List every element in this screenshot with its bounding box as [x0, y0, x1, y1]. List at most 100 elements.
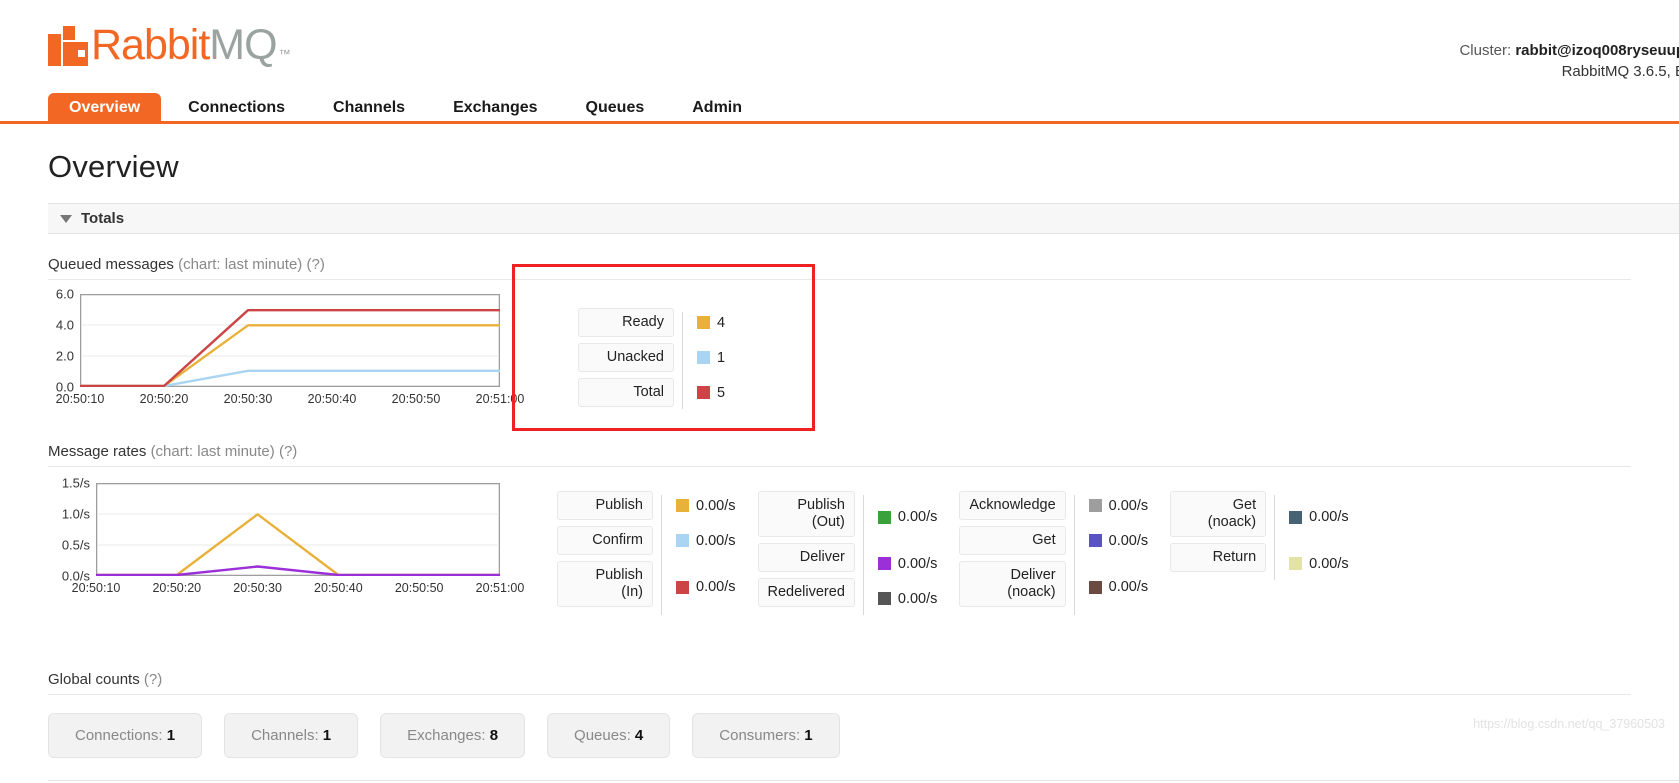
- x-axis-tick: 20:50:20: [152, 581, 202, 595]
- legend-value-publish-out: 0.00/s: [877, 491, 938, 543]
- message-rates-title: Message rates: [48, 443, 147, 460]
- queued-messages-help-icon[interactable]: (?): [306, 256, 324, 273]
- legend-value-deliver: 0.00/s: [877, 549, 937, 578]
- cluster-line: Cluster: rabbit@izoq008ryseuup: [1459, 40, 1679, 61]
- message-rates-help-icon[interactable]: (?): [279, 443, 297, 460]
- global-count-channels[interactable]: Channels: 1: [224, 713, 359, 758]
- x-axis-tick: 20:51:00: [475, 392, 525, 406]
- legend-label-acknowledge[interactable]: Acknowledge: [959, 491, 1066, 520]
- legend-color-swatch: [1088, 534, 1102, 547]
- legend-value-get-noack: 0.00/s: [1289, 491, 1349, 543]
- legend-color-swatch: [877, 510, 891, 524]
- x-axis-tick: 20:50:10: [71, 581, 121, 595]
- legend-label-return[interactable]: Return: [1170, 543, 1267, 572]
- global-count-value: 1: [166, 727, 176, 744]
- global-count-label: Consumers:: [719, 727, 805, 744]
- legend-divider: [682, 312, 683, 409]
- message-rates-chart-wrap: 0.0/s 0.5/s 1.0/s 1.5/s 20:50:10 20:50:20 20:5…: [62, 476, 541, 596]
- chart-rates-svg: [96, 483, 500, 576]
- global-count-label: Exchanges:: [407, 727, 490, 744]
- legend-label-confirm[interactable]: Confirm: [557, 526, 653, 555]
- legend-color-swatch: [1088, 499, 1102, 512]
- legend-label-redelivered[interactable]: Redelivered: [757, 578, 855, 607]
- legend-value-total: 5: [697, 378, 725, 407]
- legend-value-get: 0.00/s: [1088, 526, 1149, 555]
- nav-tab-exchanges[interactable]: Exchanges: [432, 93, 558, 124]
- x-axis-tick: 20:50:40: [314, 581, 363, 595]
- rabbitmq-logo[interactable]: Rabbit MQ ™: [48, 14, 1679, 69]
- global-count-connections[interactable]: Connections: 1: [48, 713, 203, 758]
- legend-value-acknowledge: 0.00/s: [1088, 491, 1149, 520]
- message-rates-label: Message rates (chart: last minute) (?): [48, 443, 1631, 467]
- legend-value-unacked: 1: [697, 343, 725, 372]
- global-count-label: Connections:: [75, 727, 167, 744]
- queued-legend-values: 4 1 5: [697, 308, 725, 413]
- nav-tab-overview[interactable]: Overview: [48, 93, 162, 124]
- x-axis-tick: 20:50:30: [233, 581, 282, 595]
- legend-label-total[interactable]: Total: [578, 378, 674, 407]
- x-axis-tick: 20:50:10: [55, 392, 105, 406]
- legend-label-publish-in[interactable]: Publish (In): [557, 561, 653, 607]
- y-axis-tick: 0.5/s: [61, 537, 90, 553]
- legend-color-swatch: [676, 534, 689, 547]
- x-axis-tick: 20:50:40: [307, 392, 357, 406]
- legend-value-text: 0.00/s: [696, 497, 736, 514]
- global-count-queues[interactable]: Queues: 4: [547, 713, 671, 758]
- legend-label-unacked[interactable]: Unacked: [578, 343, 674, 372]
- global-count-exchanges[interactable]: Exchanges: 8: [380, 713, 526, 758]
- queued-messages-label: Queued messages (chart: last minute) (?): [48, 256, 1631, 280]
- rates-legend-labels: Get (noack) Return: [1170, 491, 1267, 578]
- legend-label-get[interactable]: Get: [959, 526, 1066, 555]
- nav-tab-channels[interactable]: Channels: [312, 93, 426, 124]
- rates-legend-labels: Acknowledge Get Deliver (noack): [959, 491, 1066, 613]
- legend-label-publish-out[interactable]: Publish (Out): [757, 491, 855, 537]
- x-axis-tick: 20:50:50: [394, 581, 444, 595]
- nav-tab-admin[interactable]: Admin: [671, 93, 763, 124]
- page-title: Overview: [48, 149, 179, 184]
- global-count-label: Queues:: [574, 727, 635, 744]
- legend-color-swatch: [697, 316, 710, 329]
- message-rates-chart: 0.0/s 0.5/s 1.0/s 1.5/s 20:50:10 20:50:20 20:5…: [62, 476, 525, 596]
- y-axis-tick: 1.5/s: [61, 475, 90, 491]
- legend-label-deliver-noack[interactable]: Deliver (noack): [959, 561, 1066, 607]
- legend-label-get-noack[interactable]: Get (noack): [1170, 491, 1267, 537]
- logo-text-rabbit: Rabbit: [91, 21, 210, 69]
- rates-legend-column-4: Get (noack) Return 0.00/s 0.00/s: [1170, 491, 1349, 584]
- legend-value-text: 0.00/s: [897, 590, 938, 607]
- watermark: https://blog.csdn.net/qq_37960503: [1473, 717, 1665, 731]
- legend-color-swatch: [1289, 557, 1303, 570]
- nav-tab-queues[interactable]: Queues: [565, 93, 666, 124]
- legend-label-deliver[interactable]: Deliver: [757, 543, 855, 572]
- legend-value-text: 0.00/s: [897, 509, 938, 525]
- rates-legend-column-3: Acknowledge Get Deliver (noack) 0.00/s 0.00/…: [959, 491, 1148, 619]
- legend-color-swatch: [1289, 510, 1303, 524]
- cluster-info: Cluster: rabbit@izoq008ryseuup RabbitMQ …: [1459, 40, 1679, 82]
- queued-messages-title: Queued messages: [48, 256, 174, 273]
- legend-value-text: 0.00/s: [1108, 497, 1149, 514]
- global-count-value: 1: [804, 727, 813, 744]
- legend-divider: [1274, 495, 1276, 580]
- legend-value-deliver-noack: 0.00/s: [1088, 561, 1148, 613]
- global-counts-help-icon[interactable]: (?): [144, 671, 162, 688]
- legend-color-swatch: [676, 580, 689, 594]
- queued-messages-subtitle: (chart: last minute): [178, 256, 303, 273]
- logo-text-mq: MQ: [209, 21, 277, 69]
- legend-value-confirm: 0.00/s: [676, 526, 736, 555]
- queued-messages-chart: 0.0 2.0 4.0 6.0 20:50:10 20:50:20 20:50:30 20:5…: [56, 287, 525, 407]
- legend-label-ready[interactable]: Ready: [578, 308, 674, 337]
- legend-value-text: 0.00/s: [1309, 509, 1349, 525]
- x-axis-tick: 20:50:30: [223, 392, 273, 406]
- totals-section-header[interactable]: Totals: [48, 203, 1679, 234]
- nav-items: Overview Connections Channels Exchanges Queu…: [48, 90, 1679, 124]
- queued-messages-chart-wrap: 0.0 2.0 4.0 6.0 20:50:10 20:50:20 20:50:30 20:5…: [56, 287, 540, 407]
- rates-legend-labels: Publish (Out) Deliver Redelivered: [757, 491, 855, 613]
- global-count-consumers[interactable]: Consumers: 1: [692, 713, 840, 758]
- legend-value-text: 0.00/s: [1108, 532, 1149, 549]
- legend-color-swatch: [697, 351, 710, 364]
- y-axis-tick: 1.0/s: [61, 506, 90, 522]
- legend-label-publish[interactable]: Publish: [557, 491, 653, 520]
- nav-tab-connections[interactable]: Connections: [167, 93, 306, 124]
- chart-queued-svg: [80, 294, 500, 387]
- legend-value-text: 0.00/s: [696, 532, 736, 549]
- message-rates-legend: Publish Confirm Publish (In) 0.00/s 0.00/s 0.…: [557, 491, 1371, 619]
